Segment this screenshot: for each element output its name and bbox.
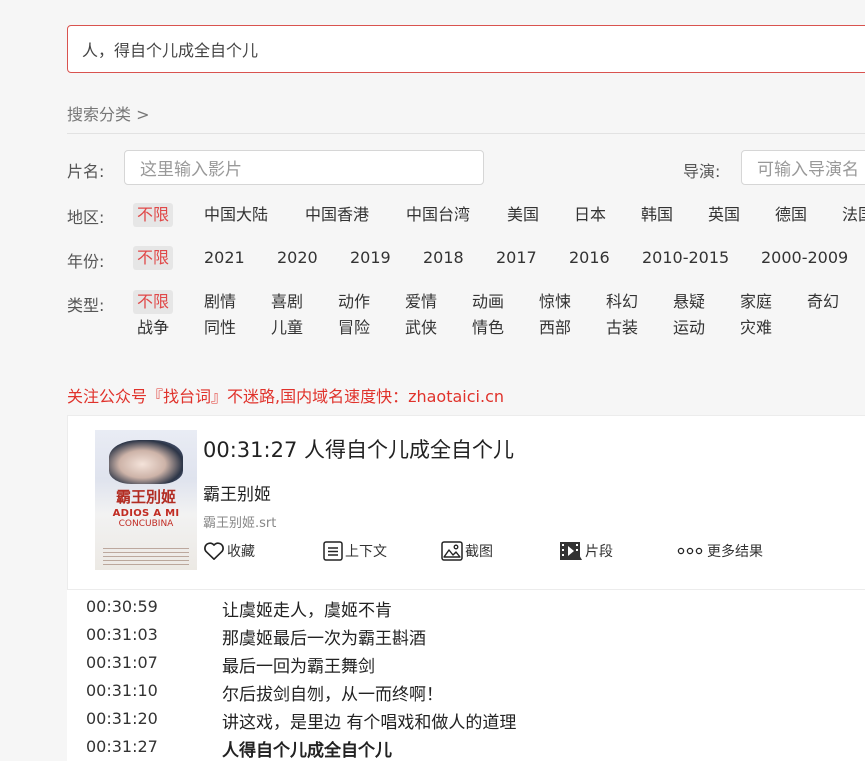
year-option[interactable]: 2010-2015 [642, 246, 729, 270]
year-option[interactable]: 2017 [496, 246, 537, 270]
subtitle-text: 那虞姬最后一次为霸王斟酒 [222, 629, 426, 649]
subtitle-row[interactable]: 00:31:20 讲这戏，是里边 有个唱戏和做人的道理 [67, 704, 865, 733]
movie-poster[interactable]: 霸王別姬 ADIOS A MI CONCUBINA [95, 430, 197, 570]
genre-option[interactable]: 惊悚 [539, 290, 571, 314]
subtitle-time: 00:31:10 [86, 681, 158, 700]
genre-option[interactable]: 喜剧 [271, 290, 303, 314]
genre-option[interactable]: 科幻 [606, 290, 638, 314]
favorite-label: 收藏 [227, 544, 255, 560]
region-option[interactable]: 英国 [708, 203, 740, 227]
region-option[interactable]: 不限 [133, 203, 174, 227]
genre-option[interactable]: 灾难 [740, 316, 772, 340]
region-option[interactable]: 中国香港 [305, 203, 369, 227]
screenshot-label: 截图 [465, 544, 493, 560]
context-button[interactable]: 上下文 [323, 541, 387, 561]
subtitle-time: 00:31:20 [86, 709, 158, 728]
region-option[interactable]: 中国台湾 [406, 203, 470, 227]
genre-option[interactable]: 家庭 [740, 290, 772, 314]
subtitle-text: 讲这戏，是里边 有个唱戏和做人的道理 [222, 713, 517, 733]
genre-option[interactable]: 冒险 [338, 316, 370, 340]
genre-option[interactable]: 奇幻 [807, 290, 839, 314]
genre-option[interactable]: 战争 [137, 316, 169, 340]
subtitle-row[interactable]: 00:31:07 最后一回为霸王舞剑 [67, 648, 865, 677]
genre-option[interactable]: 儿童 [271, 316, 303, 340]
genre-option[interactable]: 武侠 [405, 316, 437, 340]
year-option[interactable]: 2019 [350, 246, 391, 270]
subtitle-list: 00:30:59 让虞姬走人，虞姬不肯 00:31:03 那虞姬最后一次为霸王斟… [67, 590, 865, 761]
genre-label: 类型: [67, 296, 105, 315]
subtitle-time: 00:31:03 [86, 625, 158, 644]
result-card: 霸王別姬 ADIOS A MI CONCUBINA 00:31:27 人得自个儿… [67, 415, 865, 590]
movie-name[interactable]: 霸王别姬 [203, 480, 271, 505]
region-option[interactable]: 美国 [507, 203, 539, 227]
poster-art [109, 440, 183, 484]
subtitle-row[interactable]: 00:31:10 尔后拔剑自刎，从一而终啊！ [67, 676, 865, 705]
genre-option[interactable]: 同性 [204, 316, 236, 340]
region-option[interactable]: 韩国 [641, 203, 673, 227]
favorite-button[interactable]: 收藏 [203, 541, 255, 561]
genre-option[interactable]: 运动 [673, 316, 705, 340]
context-label: 上下文 [345, 544, 387, 560]
subtitle-time: 00:31:27 [86, 737, 158, 756]
region-option[interactable]: 日本 [574, 203, 606, 227]
year-option[interactable]: 2018 [423, 246, 464, 270]
subtitle-time: 00:30:59 [86, 597, 158, 616]
genre-option[interactable]: 悬疑 [673, 290, 705, 314]
film-icon [559, 541, 583, 561]
more-icon [677, 546, 703, 556]
genre-option[interactable]: 爱情 [405, 290, 437, 314]
more-results-button[interactable]: 更多结果 [677, 541, 763, 561]
subtitle-row[interactable]: 00:31:03 那虞姬最后一次为霸王斟酒 [67, 620, 865, 649]
year-option[interactable]: 2016 [569, 246, 610, 270]
subtitle-row[interactable]: 00:30:59 让虞姬走人，虞姬不肯 [67, 592, 865, 621]
genre-option[interactable]: 动作 [338, 290, 370, 314]
year-label: 年份: [67, 252, 105, 271]
clip-label: 片段 [585, 544, 613, 560]
subtitle-text: 最后一回为霸王舞剑 [222, 657, 375, 677]
search-input[interactable]: 人，得自个儿成全自个儿 [67, 25, 865, 73]
region-label: 地区: [67, 208, 105, 227]
poster-title: ADIOS A MI [112, 508, 180, 519]
subtitle-row-current[interactable]: 00:31:27 人得自个儿成全自个儿 [67, 732, 865, 761]
image-icon [441, 541, 463, 561]
genre-option[interactable]: 不限 [133, 290, 174, 314]
subtitle-text: 人得自个儿成全自个儿 [222, 741, 392, 761]
genre-option[interactable]: 剧情 [204, 290, 236, 314]
subtitle-text: 让虞姬走人，虞姬不肯 [222, 601, 392, 621]
subtitle-text: 尔后拔剑自刎，从一而终啊！ [222, 685, 443, 705]
subtitle-time: 00:31:07 [86, 653, 158, 672]
poster-calligraphy: 霸王別姬 [115, 488, 176, 506]
region-option[interactable]: 中国大陆 [204, 203, 268, 227]
director-input[interactable]: 可输入导演名 [741, 150, 865, 185]
title-label: 片名: [67, 162, 105, 181]
genre-option[interactable]: 动画 [472, 290, 504, 314]
year-option[interactable]: 2020 [277, 246, 318, 270]
heart-icon [203, 541, 225, 561]
director-label: 导演: [683, 162, 721, 181]
poster-credits [103, 548, 189, 566]
year-option[interactable]: 2021 [204, 246, 245, 270]
more-results-label: 更多结果 [707, 544, 763, 560]
context-icon [323, 541, 343, 561]
title-input[interactable]: 这里输入影片 [124, 150, 484, 185]
screenshot-button[interactable]: 截图 [441, 541, 493, 561]
clip-button[interactable]: 片段 [559, 541, 613, 561]
genre-option[interactable]: 古装 [606, 316, 638, 340]
divider [67, 133, 865, 134]
genre-option[interactable]: 情色 [472, 316, 504, 340]
year-option[interactable]: 2000-2009 [761, 246, 848, 270]
region-option[interactable]: 德国 [775, 203, 807, 227]
notice-banner: 关注公众号『找台词』不迷路,国内域名速度快：zhaotaici.cn [67, 387, 505, 406]
genre-option[interactable]: 西部 [539, 316, 571, 340]
subtitle-file[interactable]: 霸王别姬.srt [203, 512, 276, 531]
poster-subtitle: CONCUBINA [118, 519, 174, 529]
year-option[interactable]: 不限 [133, 246, 174, 270]
region-option[interactable]: 法国 [842, 203, 865, 227]
result-title[interactable]: 00:31:27 人得自个儿成全自个儿 [203, 434, 514, 464]
breadcrumb[interactable]: 搜索分类 > [67, 101, 150, 125]
